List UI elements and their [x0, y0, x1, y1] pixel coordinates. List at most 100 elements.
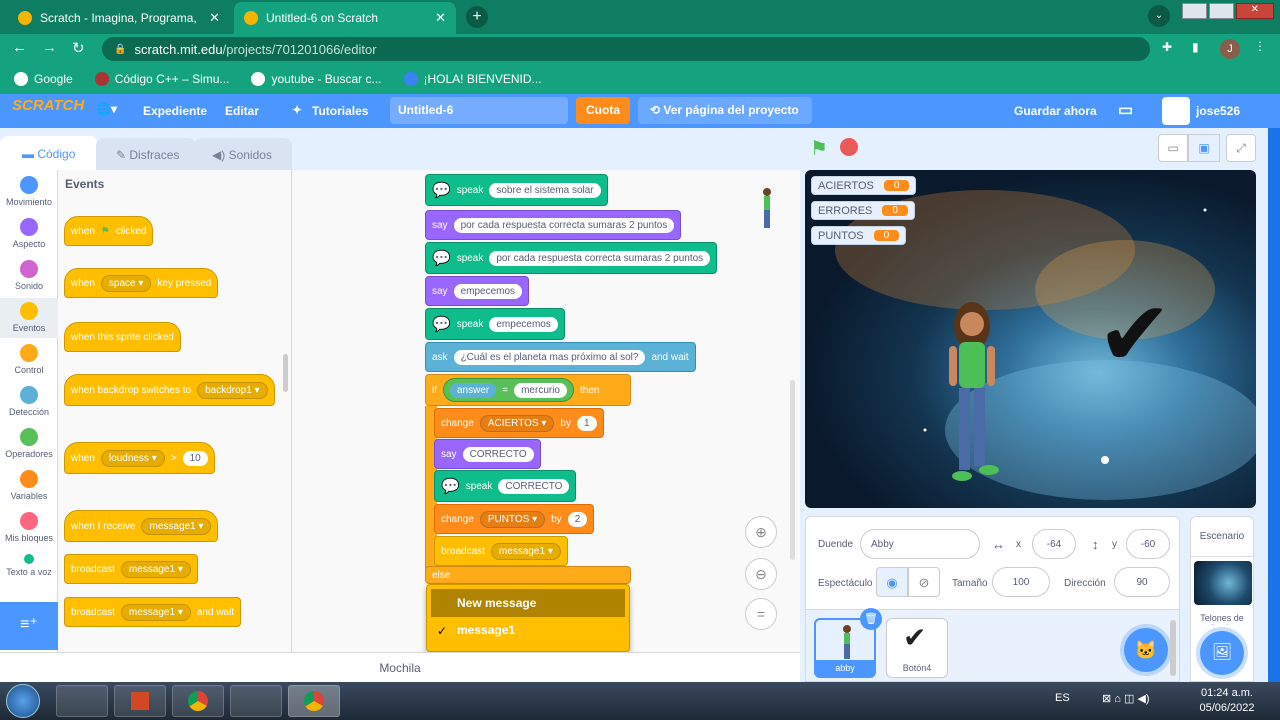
stop-button[interactable]	[840, 138, 858, 156]
project-title-input[interactable]: Untitled-6	[390, 97, 568, 124]
text-input[interactable]: por cada respuesta correcta sumaras 2 pu…	[489, 250, 711, 266]
category-control[interactable]: Control	[0, 344, 58, 375]
choose-backdrop-icon[interactable]: 🖼	[1200, 631, 1244, 675]
my-stuff-folder-icon[interactable]: ▭	[1118, 100, 1133, 120]
taskbar-chrome-icon[interactable]	[172, 685, 224, 717]
tab-sounds[interactable]: ◀) Sonidos	[194, 138, 292, 172]
sprite-abby[interactable]	[937, 298, 1007, 488]
block-equals[interactable]: answer = mercurio	[443, 378, 574, 402]
block-when-sprite-clicked[interactable]: when this sprite clicked	[64, 322, 181, 352]
side-panel-icon[interactable]: ▮	[1192, 40, 1199, 54]
tab-code[interactable]: ▬ Código	[0, 136, 98, 172]
block-broadcast[interactable]: broadcast message1 ▾	[434, 536, 568, 566]
category-looks[interactable]: Aspecto	[0, 218, 58, 249]
variable-dropdown[interactable]: PUNTOS ▾	[479, 510, 546, 528]
menu-tutorials[interactable]: Tutoriales	[312, 104, 368, 118]
monitor-errores[interactable]: ERRORES 0	[811, 201, 915, 220]
category-operators[interactable]: Operadores	[0, 428, 58, 459]
address-bar[interactable]: 🔒 scratch.mit.edu/projects/701201066/edi…	[102, 37, 1150, 61]
text-input[interactable]: CORRECTO	[462, 446, 534, 462]
block-say[interactable]: say CORRECTO	[434, 439, 541, 469]
text-input[interactable]: por cada respuesta correcta sumaras 2 pu…	[453, 217, 675, 233]
block-speak[interactable]: 💬 speak CORRECTO	[434, 470, 577, 502]
category-text-to-speech[interactable]: Texto a voz	[0, 554, 58, 577]
block-when-key-pressed[interactable]: when space ▾ key pressed	[64, 268, 219, 298]
text-input[interactable]: empecemos	[489, 316, 558, 332]
close-tab-icon[interactable]: ✕	[209, 10, 220, 26]
username[interactable]: jose526	[1196, 104, 1240, 118]
menu-edit[interactable]: Editar	[225, 104, 259, 118]
bookmark-youtube[interactable]: youtube - Buscar c...	[251, 72, 382, 86]
start-button[interactable]	[6, 684, 40, 718]
category-events[interactable]: Eventos	[0, 298, 58, 338]
choose-sprite-cat-icon[interactable]: 🐱	[1124, 628, 1168, 672]
close-window-button[interactable]: ✕	[1235, 3, 1274, 19]
maximize-button[interactable]	[1208, 3, 1234, 19]
large-stage-button[interactable]: ▣	[1188, 134, 1220, 162]
delete-sprite-trash-icon[interactable]: 🗑	[860, 608, 882, 630]
taskbar-powerpoint-icon[interactable]	[114, 685, 166, 717]
script-area[interactable]: 💬 speak sobre el sistema solar say por cada…	[292, 170, 800, 652]
sprite-thumb-boton4[interactable]: ✔ Botón4	[886, 618, 948, 678]
close-tab-icon[interactable]: ✕	[435, 10, 446, 26]
answer-reporter[interactable]: answer	[450, 382, 497, 398]
clock-time[interactable]: 01:24 a.m.	[1196, 687, 1258, 699]
hide-sprite-eye-icon[interactable]: ⊘	[908, 567, 940, 597]
zoom-reset-button[interactable]: =	[745, 598, 777, 630]
category-sound[interactable]: Sonido	[0, 260, 58, 291]
bookmark-hola[interactable]: ¡HOLA! BIENVENID...	[403, 72, 542, 86]
backdrop-thumbnail[interactable]	[1194, 561, 1252, 605]
back-icon[interactable]: ←	[12, 39, 27, 56]
block-when-loudness[interactable]: when loudness ▾ >10	[64, 442, 215, 474]
share-button[interactable]: Cuota	[576, 97, 630, 124]
backpack-bar[interactable]: Mochila	[0, 652, 800, 682]
message-dropdown[interactable]: message1 ▾	[120, 560, 191, 578]
zoom-out-button[interactable]: ⊖	[745, 558, 777, 590]
minimize-button[interactable]	[1182, 3, 1207, 19]
variable-dropdown[interactable]: ACIERTOS ▾	[479, 414, 555, 432]
text-input[interactable]: ¿Cuál es el planeta mas próximo al sol?	[453, 349, 646, 365]
block-if-else[interactable]: if answer = mercurio then	[425, 374, 631, 406]
menu-file[interactable]: Expediente	[143, 104, 207, 118]
stage-canvas[interactable]: ACIERTOS 0 ERRORES 0 PUNTOS 0 ✔	[805, 170, 1256, 508]
scratch-logo[interactable]: SCRATCH	[12, 97, 84, 114]
backdrop-dropdown[interactable]: backdrop1 ▾	[197, 381, 268, 399]
taskbar-explorer-icon[interactable]	[56, 685, 108, 717]
clock-date[interactable]: 05/06/2022	[1196, 702, 1258, 714]
message-dropdown[interactable]: message1 ▾	[490, 542, 561, 560]
category-motion[interactable]: Movimiento	[0, 176, 58, 207]
language-indicator[interactable]: ES	[1055, 692, 1070, 704]
y-input[interactable]: -60	[1126, 529, 1170, 559]
text-input[interactable]: mercurio	[514, 382, 567, 398]
block-speak[interactable]: 💬 speak sobre el sistema solar	[425, 174, 608, 206]
sprite-boton4-checkmark[interactable]: ✔	[1097, 290, 1172, 380]
block-change-variable[interactable]: change PUNTOS ▾ by 2	[434, 504, 595, 534]
extensions-icon[interactable]: ✚	[1162, 40, 1172, 54]
menu-icon[interactable]: ⋮	[1254, 39, 1266, 53]
stage-selector[interactable]: Escenario Telones de fondo 🖼	[1190, 516, 1254, 682]
bookmark-google[interactable]: Google	[14, 72, 73, 86]
show-sprite-eye-icon[interactable]: ◉	[876, 567, 908, 597]
see-project-page-button[interactable]: ⟲ Ver página del proyecto	[638, 97, 812, 124]
block-speak[interactable]: 💬 speak empecemos	[425, 308, 565, 340]
menu-item-message1[interactable]: message1	[457, 623, 515, 637]
taskbar-app-icon[interactable]	[230, 685, 282, 717]
new-tab-button[interactable]: +	[466, 6, 488, 28]
zoom-in-button[interactable]: ⊕	[745, 516, 777, 548]
block-broadcast[interactable]: broadcast message1 ▾	[64, 554, 198, 584]
browser-tab-scratch-home[interactable]: Scratch - Imagina, Programa, Cor ✕	[8, 2, 230, 34]
palette-scrollbar[interactable]	[283, 354, 288, 392]
tab-costumes[interactable]: ✎ Disfraces	[96, 138, 196, 172]
block-when-i-receive[interactable]: when I receive message1 ▾	[64, 510, 219, 542]
small-stage-button[interactable]: ▭	[1158, 134, 1188, 162]
category-variables[interactable]: Variables	[0, 470, 58, 501]
x-input[interactable]: -64	[1032, 529, 1076, 559]
size-input[interactable]: 100	[992, 567, 1050, 597]
monitor-puntos[interactable]: PUNTOS 0	[811, 226, 907, 245]
message-dropdown[interactable]: message1 ▾	[120, 603, 191, 621]
block-change-variable[interactable]: change ACIERTOS ▾ by 1	[434, 408, 604, 438]
taskbar-chrome-active-icon[interactable]	[288, 685, 340, 717]
save-now-button[interactable]: Guardar ahora	[1014, 104, 1097, 118]
browser-tab-editor[interactable]: Untitled-6 on Scratch ✕	[234, 2, 456, 34]
profile-avatar[interactable]: J	[1220, 39, 1240, 59]
